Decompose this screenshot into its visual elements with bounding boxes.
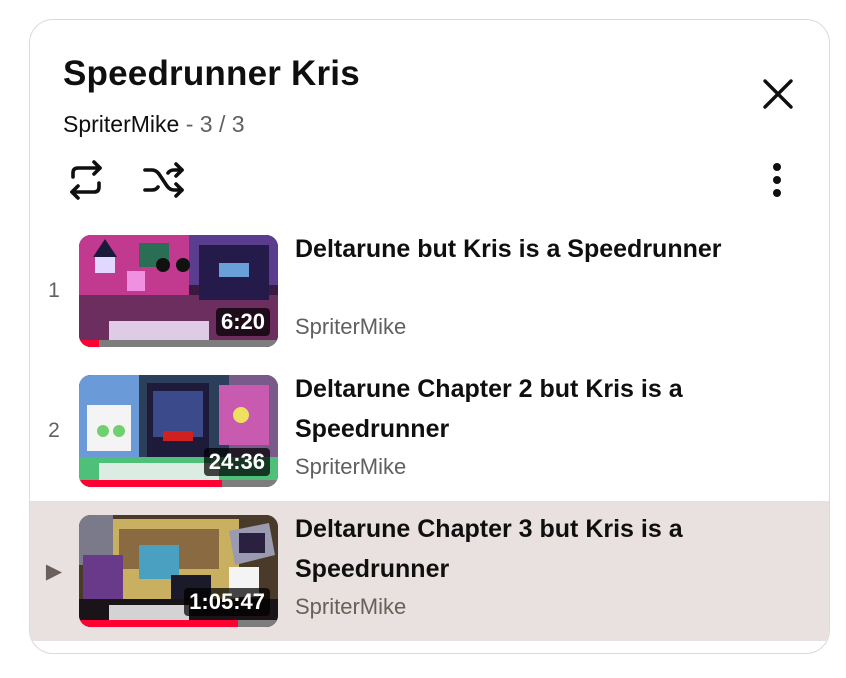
shuffle-button[interactable] bbox=[140, 156, 188, 204]
shuffle-icon bbox=[143, 162, 184, 198]
playlist-item[interactable]: 1 6:20 Deltarune but Kris is a Speedrunn… bbox=[30, 221, 829, 361]
video-title[interactable]: Deltarune Chapter 3 but Kris is a Speedr… bbox=[295, 509, 815, 589]
video-thumbnail[interactable]: 6:20 bbox=[79, 235, 278, 347]
duration-badge: 1:05:47 bbox=[184, 588, 270, 616]
playlist-subtitle: SpriterMike - 3 / 3 bbox=[63, 111, 245, 138]
watch-progress bbox=[79, 480, 223, 487]
more-vert-icon bbox=[773, 163, 781, 197]
watch-progress bbox=[79, 340, 99, 347]
duration-badge: 24:36 bbox=[203, 448, 270, 476]
progress-track bbox=[79, 340, 278, 347]
watch-progress bbox=[79, 620, 239, 627]
now-playing-indicator: ▶ bbox=[45, 559, 63, 583]
playlist-item[interactable]: 2 24:36 Deltarune Chapter 2 but Kris is … bbox=[30, 361, 829, 501]
duration-badge: 6:20 bbox=[215, 308, 270, 336]
playlist-separator: - bbox=[179, 111, 200, 137]
video-channel[interactable]: SpriterMike bbox=[295, 594, 406, 620]
playlist-position: 3 / 3 bbox=[199, 111, 245, 137]
video-title[interactable]: Deltarune Chapter 2 but Kris is a Speedr… bbox=[295, 369, 815, 449]
video-channel[interactable]: SpriterMike bbox=[295, 314, 406, 340]
video-title[interactable]: Deltarune but Kris is a Speedrunner bbox=[295, 229, 815, 269]
playlist-panel: Speedrunner Kris SpriterMike - 3 / 3 1 6… bbox=[29, 19, 830, 654]
video-channel[interactable]: SpriterMike bbox=[295, 454, 406, 480]
playlist-title[interactable]: Speedrunner Kris bbox=[63, 54, 360, 94]
playlist-item-active[interactable]: ▶ 1:05:47 Deltarune Chapter 3 but Kris i… bbox=[30, 501, 829, 641]
video-thumbnail[interactable]: 1:05:47 bbox=[79, 515, 278, 627]
more-actions-button[interactable] bbox=[755, 156, 799, 204]
loop-button[interactable] bbox=[62, 156, 110, 204]
playlist-channel[interactable]: SpriterMike bbox=[63, 111, 179, 137]
loop-icon bbox=[70, 160, 102, 200]
close-icon bbox=[763, 79, 793, 109]
video-thumbnail[interactable]: 24:36 bbox=[79, 375, 278, 487]
item-index: 2 bbox=[48, 419, 60, 442]
close-button[interactable] bbox=[756, 72, 800, 116]
item-index: 1 bbox=[48, 279, 60, 302]
